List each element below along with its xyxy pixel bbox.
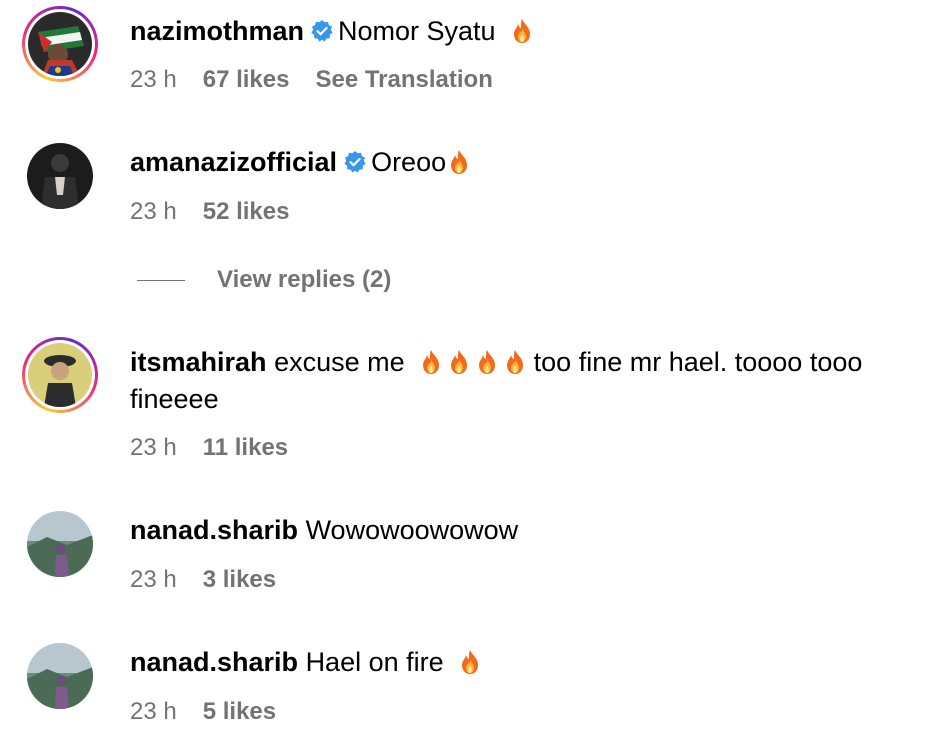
comment-body: nanad.sharib Wowowoowowow	[130, 512, 912, 549]
avatar[interactable]	[22, 638, 98, 714]
fire-emoji-icon	[420, 349, 442, 375]
likes-count[interactable]: 5 likes	[203, 697, 276, 727]
likes-count[interactable]: 11 likes	[203, 433, 288, 463]
landscape-portrait-icon	[27, 511, 93, 577]
comment-text: Nomor Syatu	[338, 16, 496, 46]
comment-text: Oreoo	[371, 147, 447, 177]
comment-username[interactable]: nanad.sharib	[130, 515, 298, 545]
comment-meta: 23 h 3 likes	[130, 565, 276, 595]
comment-time[interactable]: 23 h	[130, 565, 177, 595]
avatar[interactable]	[22, 337, 98, 413]
comment-time[interactable]: 23 h	[130, 697, 177, 727]
fire-emoji-icon	[448, 349, 470, 375]
dark-portrait-icon	[27, 143, 93, 209]
comment-meta: 23 h 5 likes	[130, 697, 276, 727]
comment-time[interactable]: 23 h	[130, 197, 177, 227]
see-translation-link[interactable]: See Translation	[315, 65, 492, 95]
comment-time[interactable]: 23 h	[130, 65, 177, 95]
comment-username[interactable]: amanazizofficial	[130, 147, 337, 177]
fire-emoji-icon	[448, 149, 470, 175]
likes-count[interactable]: 3 likes	[203, 565, 276, 595]
comment-text: Wowowoowowow	[305, 515, 519, 545]
fire-emoji-icon	[504, 349, 526, 375]
landscape-portrait-icon	[27, 643, 93, 709]
fire-emoji-icon	[476, 349, 498, 375]
likes-count[interactable]: 52 likes	[203, 197, 290, 227]
avatar[interactable]	[22, 6, 98, 82]
comment-text: Hael on fire	[305, 647, 444, 677]
flag-profile-icon	[28, 12, 92, 76]
comment-text-start: excuse me	[274, 347, 405, 377]
comment-meta: 23 h 52 likes	[130, 197, 289, 227]
verified-badge-icon	[343, 150, 367, 174]
comment-username[interactable]: nazimothman	[130, 16, 304, 46]
fire-emoji-icon	[511, 18, 533, 44]
comment-username[interactable]: itsmahirah	[130, 347, 267, 377]
fire-emoji-icon	[459, 649, 481, 675]
view-replies-button[interactable]: View replies (2)	[137, 266, 391, 294]
replies-divider	[137, 279, 185, 281]
comment-meta: 23 h 67 likes See Translation	[130, 65, 493, 95]
comment-body: nazimothman Nomor Syatu	[130, 13, 912, 50]
view-replies-label: View replies (2)	[217, 266, 392, 293]
avatar[interactable]	[22, 506, 98, 582]
likes-count[interactable]: 67 likes	[203, 65, 290, 95]
avatar[interactable]	[22, 138, 98, 214]
verified-badge-icon	[310, 19, 334, 43]
comment-body: itsmahirah excuse me too fine mr hael. t…	[130, 344, 912, 418]
yellow-portrait-icon	[28, 343, 92, 407]
comment-time[interactable]: 23 h	[130, 433, 177, 463]
comment-meta: 23 h 11 likes	[130, 433, 288, 463]
comment-body: amanazizofficial Oreoo	[130, 144, 912, 181]
comment-body: nanad.sharib Hael on fire	[130, 644, 912, 681]
comment-username[interactable]: nanad.sharib	[130, 647, 298, 677]
